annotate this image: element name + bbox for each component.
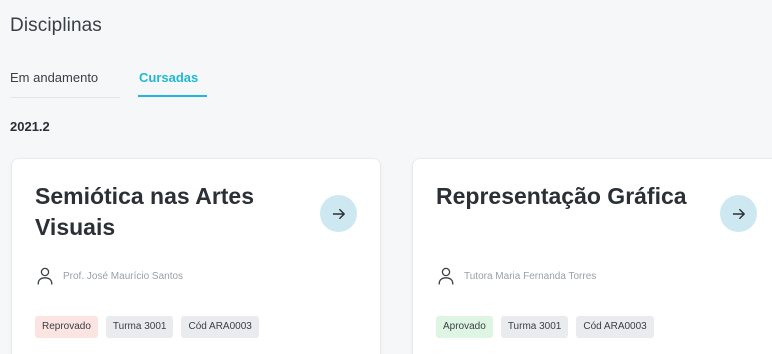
teacher-name: Prof. José Maurício Santos — [63, 270, 184, 282]
course-card[interactable]: Representação Gráfica Tutora Maria Ferna… — [413, 159, 772, 354]
tab-em-andamento[interactable]: Em andamento — [10, 70, 98, 85]
code-badge: Cód ARA0003 — [576, 316, 654, 338]
tab-bar: Em andamento Cursadas — [10, 70, 230, 100]
status-badge: Reprovado — [35, 316, 98, 338]
code-badge: Cód ARA0003 — [181, 316, 259, 338]
teacher-name: Tutora Maria Fernanda Torres — [464, 270, 597, 282]
tab-divider — [10, 97, 120, 98]
course-card[interactable]: Semiótica nas Artes Visuais Prof. José M… — [12, 159, 380, 354]
tab-cursadas[interactable]: Cursadas — [138, 70, 207, 97]
active-tab-indicator — [138, 95, 207, 97]
open-course-button[interactable] — [320, 195, 357, 232]
teacher-info: Tutora Maria Fernanda Torres — [438, 267, 596, 285]
course-tags: Aprovado Turma 3001 Cód ARA0003 — [436, 316, 662, 338]
status-badge: Aprovado — [436, 316, 493, 338]
course-tags: Reprovado Turma 3001 Cód ARA0003 — [35, 316, 267, 338]
course-title: Semiótica nas Artes Visuais — [35, 183, 255, 240]
person-icon — [37, 267, 53, 285]
teacher-info: Prof. José Maurício Santos — [37, 267, 183, 285]
open-course-button[interactable] — [720, 195, 757, 232]
arrow-right-icon — [732, 208, 745, 219]
person-icon — [438, 267, 454, 285]
class-badge: Turma 3001 — [500, 316, 569, 338]
disciplinas-page: Disciplinas Em andamento Cursadas 2021.2… — [0, 0, 772, 354]
tab-label: Cursadas — [139, 70, 199, 85]
class-badge: Turma 3001 — [105, 316, 174, 338]
tab-label: Em andamento — [10, 70, 99, 85]
course-title: Representação Gráfica — [436, 183, 687, 209]
arrow-right-icon — [332, 208, 345, 219]
semester-heading: 2021.2 — [10, 119, 50, 134]
page-title: Disciplinas — [10, 15, 102, 36]
